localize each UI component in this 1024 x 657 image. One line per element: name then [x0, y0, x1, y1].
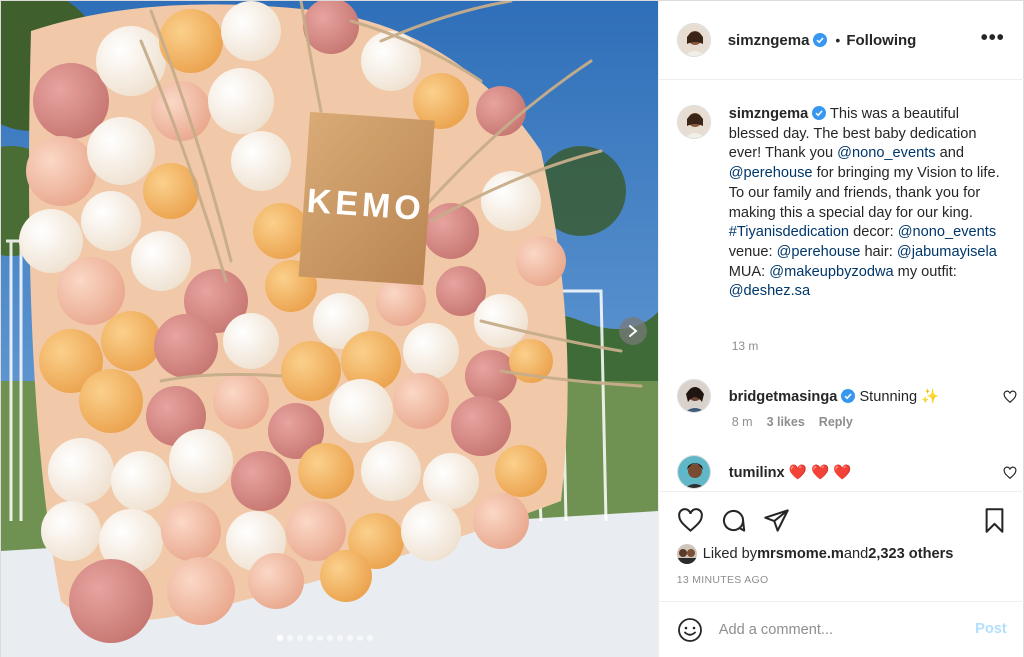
caption-text: simzngema This was a beautiful blessed d…: [729, 105, 1005, 302]
comment-input[interactable]: [718, 622, 959, 638]
caption-link[interactable]: @jabumayisela: [897, 244, 997, 260]
next-slide-button[interactable]: [619, 317, 647, 345]
like-heart-icon[interactable]: [677, 507, 704, 534]
instagram-post: KEMO simzngema • Following ••• simzngema…: [0, 0, 1024, 657]
verified-badge-icon: [841, 389, 856, 403]
carousel-dot[interactable]: [347, 635, 353, 641]
post-sidebar: simzngema • Following ••• simzngema This…: [657, 1, 1024, 657]
carousel-dot[interactable]: [357, 635, 363, 641]
caption-text-fragment: hair:: [860, 243, 897, 260]
post-timestamp[interactable]: 13 MINUTES AGO: [677, 574, 769, 586]
carousel-dot[interactable]: [297, 635, 303, 641]
post-media: KEMO: [1, 1, 658, 657]
caption-text-fragment: MUA:: [728, 263, 770, 280]
action-icons: [677, 507, 790, 534]
caption-link[interactable]: @perehouse: [729, 165, 813, 181]
share-paper-plane-icon[interactable]: [763, 507, 790, 534]
chevron-right-icon: [629, 325, 638, 337]
post-header: simzngema • Following •••: [658, 1, 1024, 80]
comment-item: tumilinx ❤️ ❤️ ❤️: [676, 455, 1017, 489]
likes-summary: Liked by mrsmome.m and 2,323 others: [676, 544, 953, 564]
caption-body: This was a beautiful blessed day. The be…: [729, 106, 1000, 299]
liked-by-middle: and: [843, 546, 869, 562]
caption-link[interactable]: #Tiyanisdedication: [729, 224, 849, 240]
caption-timestamp[interactable]: 13 m: [732, 339, 759, 353]
author-username[interactable]: simzngema: [728, 32, 810, 49]
separator-dot: •: [835, 32, 841, 48]
like-comment-heart-icon[interactable]: [1003, 466, 1017, 480]
more-options-icon[interactable]: •••: [981, 28, 1005, 48]
add-comment-bar: Post: [658, 601, 1024, 657]
comment-likes-count[interactable]: 3 likes: [767, 415, 805, 429]
carousel-dot[interactable]: [337, 635, 343, 641]
liker-username[interactable]: mrsmome.m: [757, 546, 844, 562]
caption-text-fragment: and: [935, 145, 964, 162]
post-photo: KEMO: [1, 1, 658, 657]
commenter-avatar[interactable]: [676, 455, 711, 489]
comment-meta: 8 m 3 likes Reply: [732, 415, 853, 429]
post-caption: simzngema This was a beautiful blessed d…: [676, 105, 1017, 302]
commenter-username[interactable]: bridgetmasinga: [729, 389, 838, 405]
comment-item: bridgetmasinga Stunning ✨ 8 m 3 likes Re…: [676, 379, 1017, 429]
caption-link[interactable]: @deshez.sa: [729, 283, 810, 299]
carousel-dot[interactable]: [277, 635, 283, 641]
comments-section[interactable]: simzngema This was a beautiful blessed d…: [659, 81, 1024, 491]
likes-others-count[interactable]: 2,323 others: [868, 546, 953, 562]
carousel-dot[interactable]: [307, 635, 313, 641]
reply-button[interactable]: Reply: [819, 415, 853, 429]
caption-text-fragment: my outfit:: [893, 263, 957, 280]
carousel-indicators: [277, 635, 373, 641]
following-button[interactable]: Following: [846, 32, 916, 49]
carousel-dot[interactable]: [317, 635, 323, 641]
caption-author-avatar[interactable]: [676, 105, 711, 139]
comment-body: Stunning ✨: [855, 389, 940, 405]
emoji-smiley-icon[interactable]: [677, 617, 703, 643]
caption-link[interactable]: @makeupbyzodwa: [769, 264, 893, 280]
caption-username[interactable]: simzngema: [729, 106, 808, 122]
caption-text-fragment: venue:: [728, 243, 777, 260]
commenter-avatar[interactable]: [676, 379, 711, 413]
comment-bubble-icon[interactable]: [720, 507, 747, 534]
commenter-username[interactable]: tumilinx: [729, 465, 785, 481]
post-comment-button[interactable]: Post: [975, 621, 1007, 637]
save-bookmark-icon[interactable]: [981, 507, 1008, 534]
caption-link[interactable]: @nono_events: [837, 145, 935, 161]
comment-time[interactable]: 8 m: [732, 415, 753, 429]
carousel-dot[interactable]: [327, 635, 333, 641]
carousel-dot[interactable]: [287, 635, 293, 641]
verified-badge-icon: [813, 33, 828, 47]
author-avatar[interactable]: [676, 23, 711, 57]
caption-text-fragment: decor:: [849, 224, 898, 241]
caption-link[interactable]: @nono_events: [898, 224, 996, 240]
carousel-dot[interactable]: [367, 635, 373, 641]
comment-text: bridgetmasinga Stunning ✨: [729, 387, 940, 413]
post-actions: Liked by mrsmome.m and 2,323 others 13 M…: [658, 491, 1024, 601]
liker-avatar[interactable]: [676, 544, 697, 564]
like-comment-heart-icon[interactable]: [1003, 390, 1017, 404]
comment-body: ❤️ ❤️ ❤️: [784, 465, 852, 481]
verified-badge-icon: [812, 106, 827, 120]
comment-text: tumilinx ❤️ ❤️ ❤️: [729, 463, 852, 489]
liked-by-prefix: Liked by: [702, 546, 758, 562]
caption-link[interactable]: @perehouse: [777, 244, 861, 260]
